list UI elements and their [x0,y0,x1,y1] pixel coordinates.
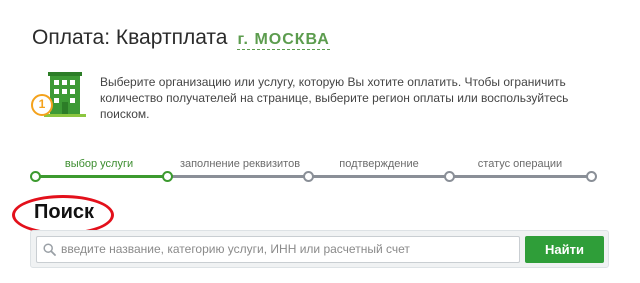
building-icon [31,72,86,117]
annotation-ring [12,195,114,235]
step-label-fill-details: заполнение реквизитов [179,158,301,170]
info-text: Выберите организацию или услугу, которую… [100,75,569,121]
search-icon [43,243,56,256]
progress-track-remaining [168,175,594,178]
step-number-badge: 1 [38,97,46,111]
search-input[interactable] [61,238,513,260]
region-selector-link[interactable]: г. МОСКВА [237,31,330,50]
progress-dot-3 [303,171,314,182]
step-label-select-service: выбор услуги [64,158,134,170]
progress-dot-1 [30,171,41,182]
progress-dot-5 [586,171,597,182]
progress-dot-2 [162,171,173,182]
search-bar: Найти [30,230,609,268]
page-title: Оплата: Квартплата [32,26,228,49]
progress-dot-4 [444,171,455,182]
progress-track-completed [36,175,167,178]
progress-steps: выбор услуги заполнение реквизитов подтв… [30,158,600,184]
step-label-confirmation: подтверждение [339,158,419,170]
step-label-operation-status: статус операции [477,158,563,170]
page-header: Оплата: Квартплата г. МОСКВА [32,26,330,50]
search-input-wrapper [36,236,520,263]
find-button[interactable]: Найти [525,236,604,263]
